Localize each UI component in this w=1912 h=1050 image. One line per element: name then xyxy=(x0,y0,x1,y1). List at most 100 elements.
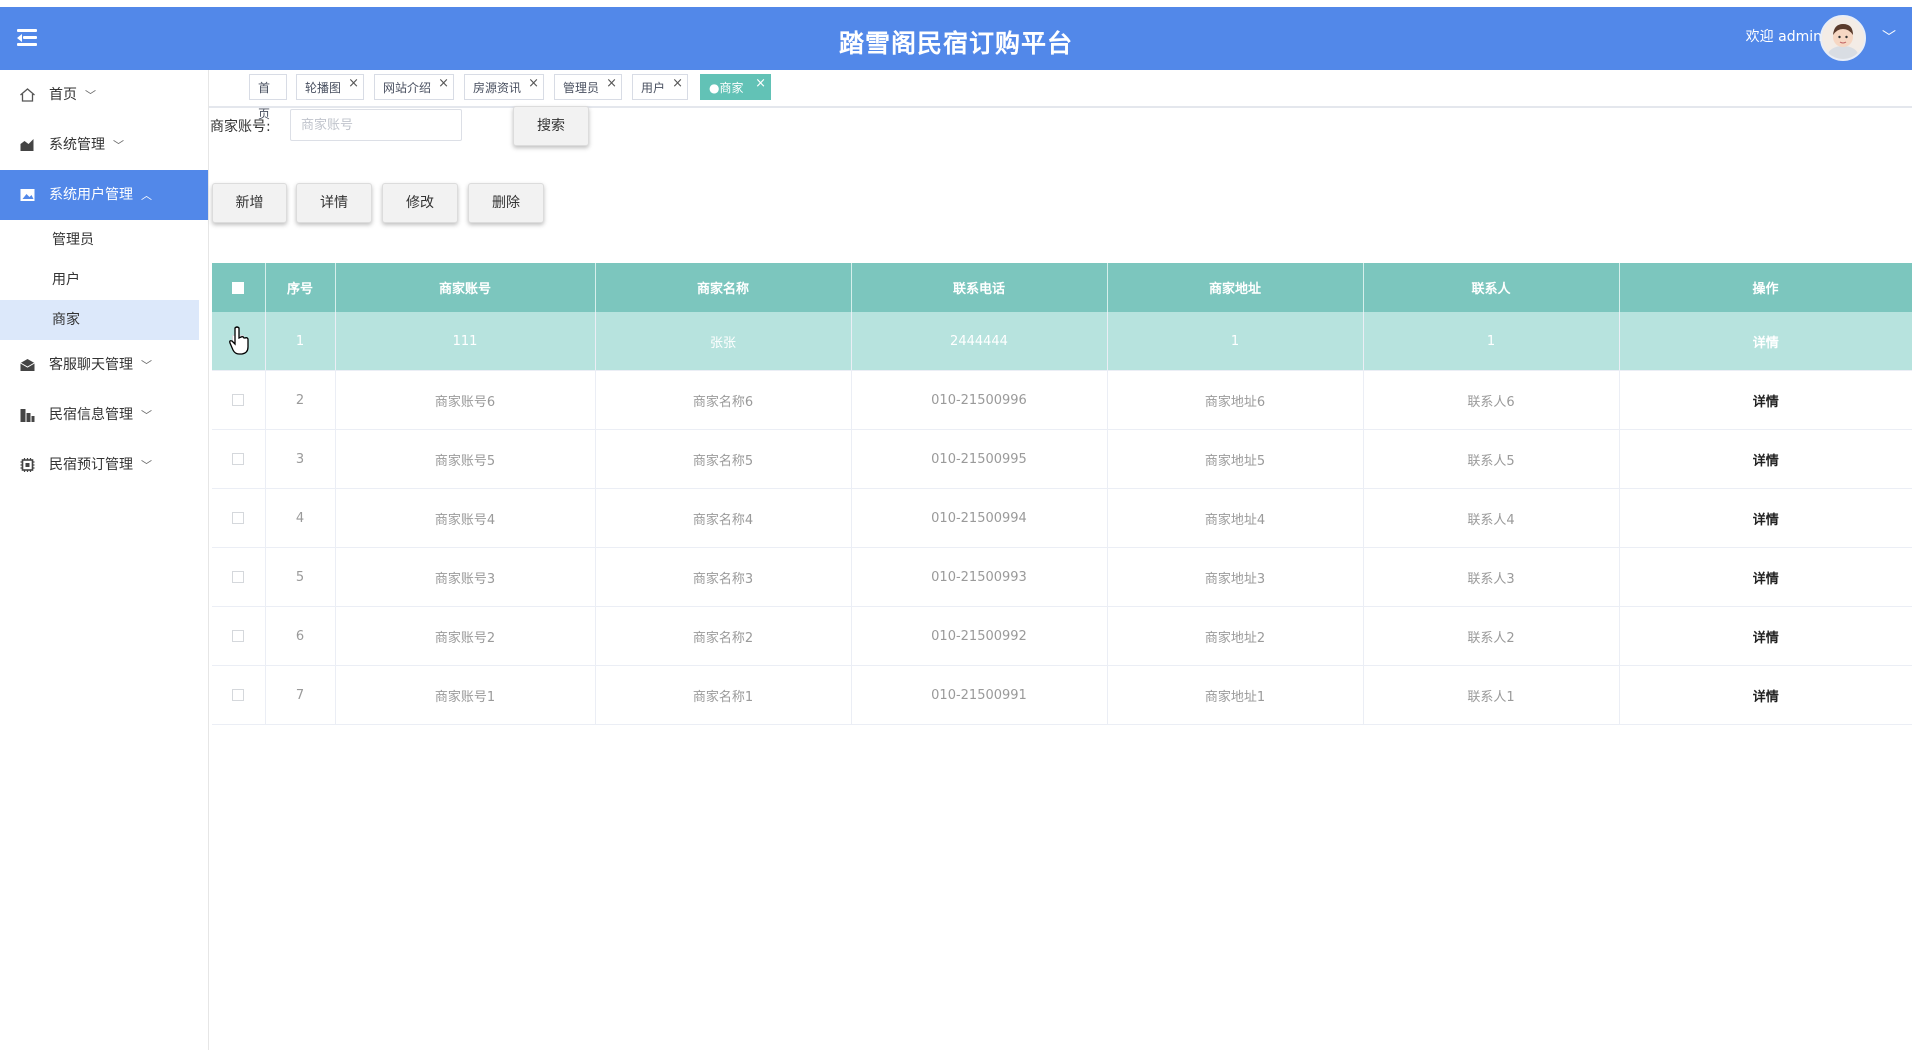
app-header: 踏雪阁民宿订购平台 欢迎 admin ﹀ xyxy=(0,7,1912,70)
select-all-cell xyxy=(212,263,266,312)
cell-phone: 2444444 xyxy=(851,312,1108,371)
mail-icon xyxy=(20,359,35,371)
add-button[interactable]: 新增 xyxy=(212,183,287,223)
tab-label: 用户 xyxy=(641,81,666,95)
cell-phone: 010-21500996 xyxy=(851,370,1108,430)
sidebar-subitem-user[interactable]: 用户 xyxy=(0,260,208,300)
merchant-account-search-input[interactable] xyxy=(290,109,462,141)
tab-site-intro[interactable]: 网站介绍 × xyxy=(374,74,454,100)
row-checkbox[interactable] xyxy=(232,512,245,524)
cell-name: 商家名称2 xyxy=(595,606,852,666)
cell-name: 商家名称1 xyxy=(595,665,852,725)
delete-button[interactable]: 删除 xyxy=(468,183,544,223)
close-icon[interactable]: × xyxy=(438,71,449,97)
sidebar-item-homestay-info[interactable]: 民宿信息管理 ﹀ xyxy=(0,390,208,440)
row-detail-link[interactable]: 详情 xyxy=(1619,488,1912,548)
sidebar-item-label: 民宿信息管理 xyxy=(49,407,133,423)
table-row[interactable]: 2 商家账号6 商家名称6 010-21500996 商家地址6 联系人6 详情 xyxy=(212,370,1912,430)
avatar[interactable] xyxy=(1820,15,1866,61)
chevron-down-icon: ﹀ xyxy=(141,409,152,422)
sidebar-subitem-merchant[interactable]: 商家 xyxy=(0,300,199,340)
cell-contact: 联系人5 xyxy=(1363,429,1620,489)
chevron-down-icon[interactable]: ﹀ xyxy=(1882,27,1896,47)
tab-label: 首页 xyxy=(258,81,271,121)
row-detail-link[interactable]: 详情 xyxy=(1619,429,1912,489)
image-icon xyxy=(20,189,35,201)
table-row[interactable]: 6 商家账号2 商家名称2 010-21500992 商家地址2 联系人2 详情 xyxy=(212,606,1912,666)
row-checkbox[interactable] xyxy=(232,394,245,406)
sidebar-item-label: 系统用户管理 xyxy=(49,187,133,203)
row-select-cell xyxy=(212,606,266,666)
cell-account: 商家账号3 xyxy=(335,547,596,607)
sidebar-item-label: 首页 xyxy=(49,87,77,103)
close-icon[interactable]: × xyxy=(672,71,683,97)
cell-contact: 联系人1 xyxy=(1363,665,1620,725)
cell-no: 4 xyxy=(265,488,336,548)
tab-home[interactable]: 首页 xyxy=(249,74,287,121)
home-icon xyxy=(20,88,35,102)
row-detail-link[interactable]: 详情 xyxy=(1619,547,1912,607)
edit-button[interactable]: 修改 xyxy=(382,183,458,223)
table-row[interactable]: 1 111 张张 2444444 1 1 详情 xyxy=(212,312,1912,371)
row-detail-link[interactable]: 详情 xyxy=(1619,312,1912,371)
cell-contact: 联系人2 xyxy=(1363,606,1620,666)
select-all-checkbox[interactable] xyxy=(232,281,245,294)
chevron-down-icon: ﹀ xyxy=(141,459,152,472)
cell-name: 商家名称6 xyxy=(595,370,852,430)
cell-phone: 010-21500994 xyxy=(851,488,1108,548)
row-checkbox[interactable] xyxy=(232,453,245,465)
sidebar-item-label: 民宿预订管理 xyxy=(49,457,133,473)
sidebar-item-system[interactable]: 系统管理 ﹀ xyxy=(0,120,208,170)
cell-account: 商家账号2 xyxy=(335,606,596,666)
row-detail-link[interactable]: 详情 xyxy=(1619,606,1912,666)
chevron-down-icon: ﹀ xyxy=(113,139,124,152)
cell-account: 商家账号4 xyxy=(335,488,596,548)
tab-label: 网站介绍 xyxy=(383,81,432,95)
close-icon[interactable]: × xyxy=(348,71,359,97)
row-detail-link[interactable]: 详情 xyxy=(1619,665,1912,725)
row-detail-link[interactable]: 详情 xyxy=(1619,370,1912,430)
tab-admin[interactable]: 管理员 × xyxy=(554,74,622,100)
search-button[interactable]: 搜索 xyxy=(513,106,589,146)
sidebar: 首页 ﹀ 系统管理 ﹀ 系统用户管理 ︿ 管理员 用户 商家 客服聊天管理 ﹀ 民宿信息… xyxy=(0,70,209,1050)
cell-account: 商家账号5 xyxy=(335,429,596,489)
sidebar-item-label: 客服聊天管理 xyxy=(49,357,133,373)
row-checkbox[interactable] xyxy=(232,571,245,583)
building-icon xyxy=(20,409,35,422)
sidebar-item-user-management[interactable]: 系统用户管理 ︿ xyxy=(0,170,208,220)
detail-button[interactable]: 详情 xyxy=(296,183,372,223)
tab-merchant[interactable]: ●商家 × xyxy=(700,74,771,100)
row-select-cell xyxy=(212,429,266,489)
cell-contact: 联系人6 xyxy=(1363,370,1620,430)
row-checkbox[interactable] xyxy=(232,689,245,701)
tab-label: ●商家 xyxy=(709,81,744,95)
close-icon[interactable]: × xyxy=(528,71,539,97)
cell-address: 商家地址4 xyxy=(1107,488,1364,548)
sidebar-subitem-admin[interactable]: 管理员 xyxy=(0,220,208,260)
row-checkbox[interactable] xyxy=(232,630,245,642)
row-select-cell xyxy=(212,488,266,548)
column-header: 序号 xyxy=(265,263,336,312)
cell-address: 商家地址6 xyxy=(1107,370,1364,430)
table-header-row: 序号 商家账号 商家名称 联系电话 商家地址 联系人 操作 xyxy=(212,263,1912,312)
table-row[interactable]: 3 商家账号5 商家名称5 010-21500995 商家地址5 联系人5 详情 xyxy=(212,429,1912,489)
table-row[interactable]: 4 商家账号4 商家名称4 010-21500994 商家地址4 联系人4 详情 xyxy=(212,488,1912,548)
cell-name: 商家名称4 xyxy=(595,488,852,548)
close-icon[interactable]: × xyxy=(606,71,617,97)
tab-listing-news[interactable]: 房源资讯 × xyxy=(464,74,544,100)
sidebar-item-home[interactable]: 首页 ﹀ xyxy=(0,70,208,120)
close-icon[interactable]: × xyxy=(755,71,766,97)
chevron-down-icon: ﹀ xyxy=(141,359,152,372)
cell-name: 张张 xyxy=(595,312,852,371)
sidebar-item-booking[interactable]: 民宿预订管理 ﹀ xyxy=(0,440,208,490)
column-header: 操作 xyxy=(1619,263,1912,312)
tab-carousel[interactable]: 轮播图 × xyxy=(296,74,364,100)
table-row[interactable]: 5 商家账号3 商家名称3 010-21500993 商家地址3 联系人3 详情 xyxy=(212,547,1912,607)
sidebar-item-chat[interactable]: 客服聊天管理 ﹀ xyxy=(0,340,208,390)
table-row[interactable]: 7 商家账号1 商家名称1 010-21500991 商家地址1 联系人1 详情 xyxy=(212,665,1912,725)
column-header: 联系电话 xyxy=(851,263,1108,312)
chevron-up-icon: ︿ xyxy=(141,189,152,202)
tab-user[interactable]: 用户 × xyxy=(632,74,688,100)
cell-no: 1 xyxy=(265,312,336,371)
cell-address: 1 xyxy=(1107,312,1364,371)
